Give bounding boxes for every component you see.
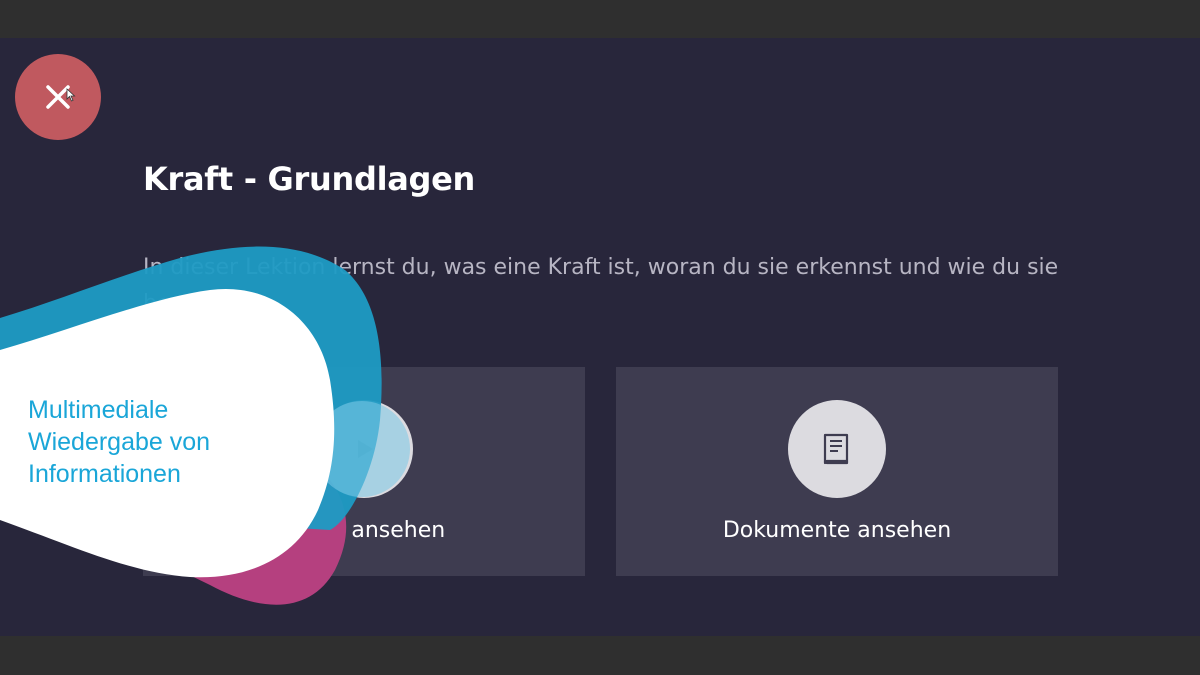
letterbox-bottom [0, 636, 1200, 675]
overlay-caption-line: Informationen [28, 460, 181, 488]
book-icon [823, 433, 849, 465]
play-icon [358, 440, 373, 458]
overlay-caption-line: Multimediale [28, 396, 169, 424]
lesson-title: Kraft - Grundlagen [143, 160, 476, 198]
watch-video-label: Video ansehen [282, 518, 446, 543]
lesson-screen: Kraft - Grundlagen In dieser Lektion ler… [0, 38, 1200, 636]
view-documents-card[interactable]: Dokumente ansehen [616, 367, 1058, 576]
documents-icon-circle [788, 400, 886, 498]
mouse-cursor-icon [66, 88, 76, 102]
video-icon-circle [315, 400, 413, 498]
letterbox-top [0, 0, 1200, 38]
overlay-caption-line: Wiedergabe von [28, 428, 211, 456]
view-documents-label: Dokumente ansehen [722, 518, 952, 543]
overlay-caption: Multimediale Wiedergabe von Informatione… [28, 394, 210, 490]
close-button[interactable] [15, 54, 101, 140]
lesson-description: In dieser Lektion lernst du, was eine Kr… [143, 255, 1059, 316]
